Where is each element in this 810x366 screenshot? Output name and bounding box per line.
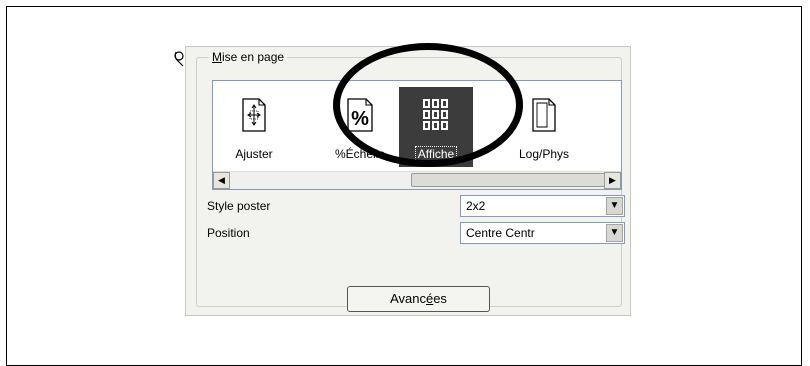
group-title: Mise en page <box>209 50 288 64</box>
poster-style-select[interactable]: 2x2 ▼ <box>460 195 625 217</box>
scrollbar-thumb[interactable] <box>411 173 606 187</box>
scroll-right-arrow-icon[interactable]: ▶ <box>604 172 621 189</box>
chevron-down-icon[interactable]: ▼ <box>606 224 623 242</box>
position-value: Centre Centr <box>466 226 535 240</box>
horizontal-scrollbar[interactable]: ◀ ▶ <box>213 171 621 189</box>
fit-page-icon <box>242 98 266 132</box>
layout-mode-label: Ajuster <box>235 147 273 161</box>
advanced-button[interactable]: Avancées <box>347 286 490 312</box>
layout-mode-fit[interactable]: Ajuster <box>217 87 291 167</box>
position-select[interactable]: Centre Centr ▼ <box>460 222 625 244</box>
logical-physical-icon <box>532 98 556 132</box>
poster-style-value: 2x2 <box>466 199 486 213</box>
chevron-down-icon[interactable]: ▼ <box>606 197 623 215</box>
help-cursor-icon <box>174 51 184 67</box>
layout-mode-label: Log/Phys <box>518 147 570 161</box>
position-label: Position <box>207 226 250 240</box>
poster-style-label: Style poster <box>207 199 271 213</box>
scroll-left-arrow-icon[interactable]: ◀ <box>213 172 230 189</box>
highlight-ellipse <box>333 43 523 167</box>
